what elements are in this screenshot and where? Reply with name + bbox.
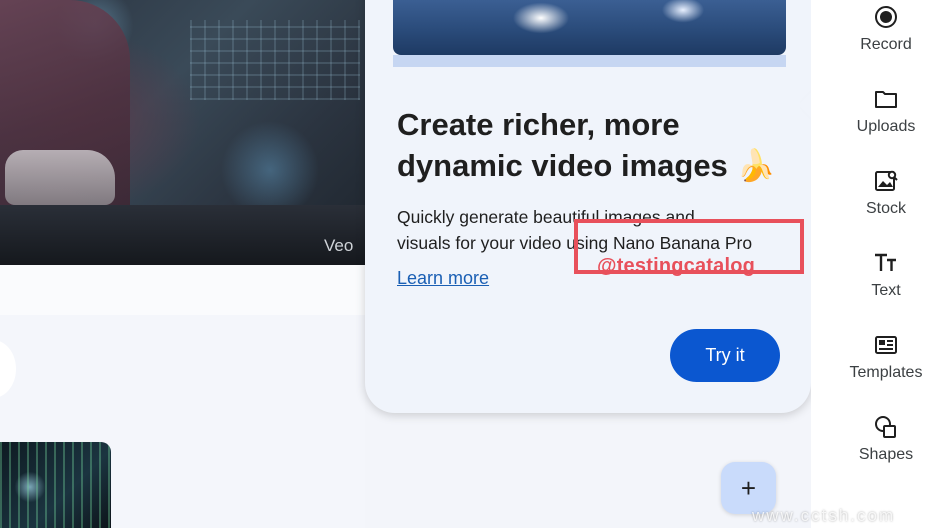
preview-panel: Veo <box>0 0 365 528</box>
popover-image-band <box>393 55 786 67</box>
sidebar-item-label: Shapes <box>858 446 914 463</box>
popover-title-line1: Create richer, more <box>397 107 680 142</box>
sidebar-item-record[interactable]: Record <box>821 4 938 74</box>
sidebar-item-label: Record <box>860 36 912 53</box>
preview-divider <box>0 265 365 315</box>
hero-desk-graphic <box>0 205 365 265</box>
veo-label: Veo <box>324 236 354 255</box>
sidebar-item-uploads[interactable]: Uploads <box>821 86 938 156</box>
sidebar-item-stock[interactable]: Stock <box>821 168 938 238</box>
sidebar-item-templates[interactable]: Templates <box>821 332 938 402</box>
annotation-handle: @testingcatalog <box>597 255 756 277</box>
templates-icon <box>875 336 897 354</box>
hero-screen-graphic <box>190 20 360 100</box>
popover-title-line2: dynamic video images <box>397 148 728 183</box>
sidebar-item-shapes[interactable]: Shapes <box>821 414 938 484</box>
popover-hero-image <box>393 0 786 55</box>
folder-icon <box>875 91 897 108</box>
banana-emoji-icon: 🍌 <box>736 148 776 183</box>
site-watermark: www.cctsh.com <box>752 506 896 525</box>
sidebar-item-label: Stock <box>865 200 906 217</box>
stock-image-icon <box>875 170 898 191</box>
veo-video-thumbnail[interactable] <box>0 0 365 265</box>
sidebar-item-label: Templates <box>849 364 923 381</box>
popover-title: Create richer, more dynamic video images… <box>397 104 787 186</box>
text-icon <box>875 253 896 271</box>
sidebar-item-label: Uploads <box>856 118 916 135</box>
clip-thumbnail[interactable] <box>0 442 111 528</box>
sidebar-item-label: Text <box>871 282 901 299</box>
record-icon <box>875 6 897 28</box>
hero-robot-hand-graphic <box>5 150 115 205</box>
shapes-icon <box>875 416 896 438</box>
learn-more-link[interactable]: Learn more <box>397 268 489 289</box>
round-control-button[interactable] <box>0 340 16 398</box>
sidebar-item-text[interactable]: Text <box>821 250 938 320</box>
try-it-button[interactable]: Try it <box>670 329 780 382</box>
